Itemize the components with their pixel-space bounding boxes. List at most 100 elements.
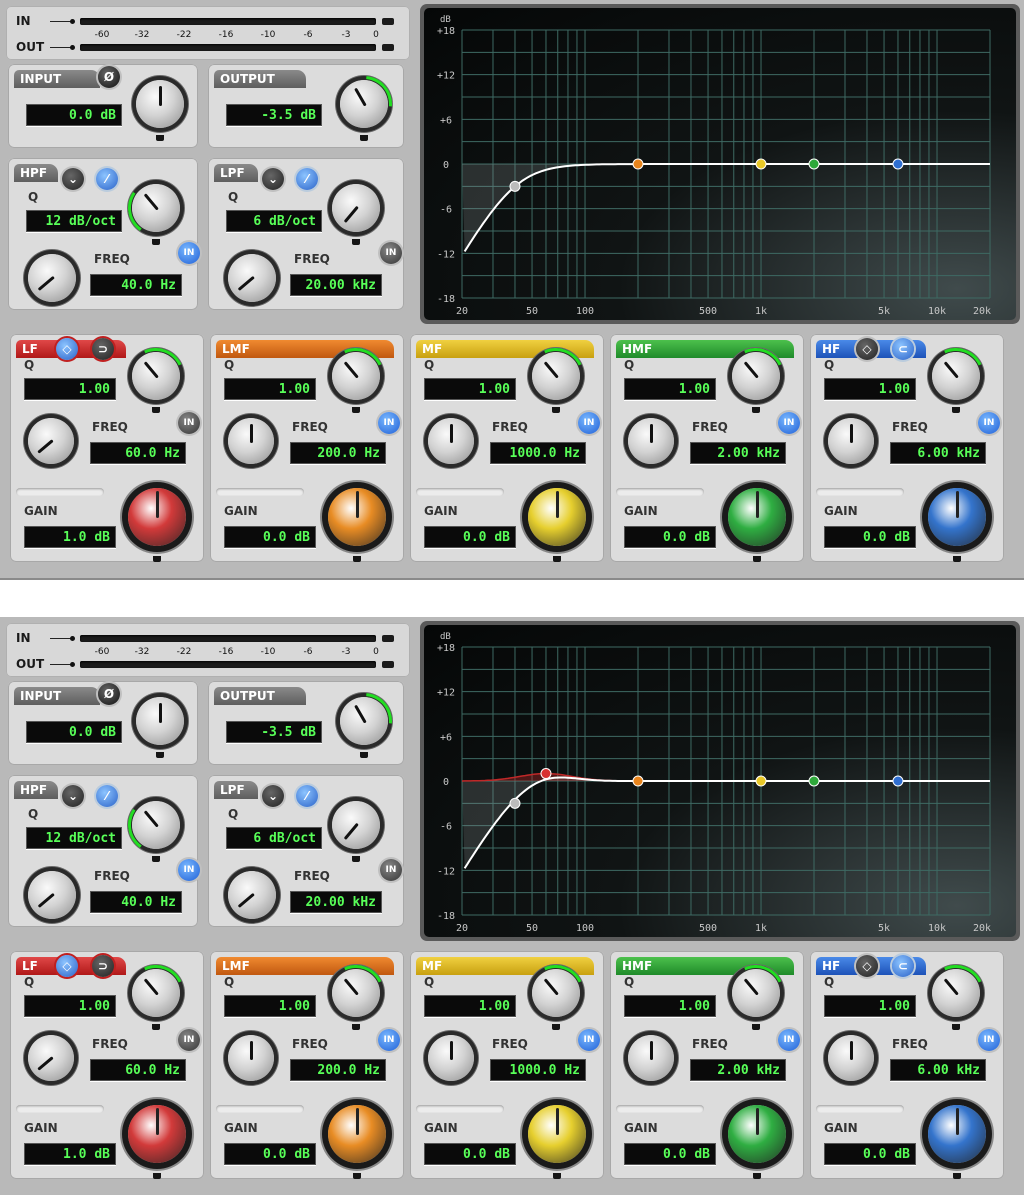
band-in-button[interactable]: IN <box>578 1029 600 1051</box>
band-freq-knob[interactable] <box>228 1035 274 1081</box>
hf-node[interactable] <box>892 775 904 787</box>
x-tick-label: 500 <box>699 306 717 317</box>
hf-node[interactable] <box>892 158 904 170</box>
meter-tick: -10 <box>260 647 276 657</box>
band-in-button[interactable]: IN <box>978 1029 1000 1051</box>
band-gain-knob[interactable] <box>328 1105 386 1163</box>
y-tick-label: -6 <box>440 822 452 833</box>
hpf-node[interactable] <box>509 180 521 192</box>
lf-node[interactable] <box>540 768 552 780</box>
band-groove <box>416 1105 504 1113</box>
output-knob-arc <box>324 64 404 144</box>
band-freq-knob[interactable] <box>628 418 674 464</box>
in-meter-dot <box>70 636 75 641</box>
lpf-in-button[interactable]: IN <box>380 242 402 264</box>
phase-invert-button[interactable]: Ø <box>98 683 120 705</box>
knob-cap <box>353 556 361 562</box>
lf-bell-button[interactable]: ◇ <box>56 338 78 360</box>
band-groove <box>16 1105 104 1113</box>
band-gain-knob[interactable] <box>328 488 386 546</box>
band-freq-knob[interactable] <box>828 1035 874 1081</box>
lpf-slope-knob[interactable] <box>332 801 380 849</box>
in-clip-indicator[interactable] <box>382 18 394 25</box>
out-clip-indicator[interactable] <box>382 44 394 51</box>
knob-cap <box>353 1173 361 1179</box>
band-freq-knob[interactable] <box>828 418 874 464</box>
band-in-button[interactable]: IN <box>378 412 400 434</box>
band-gain-knob[interactable] <box>728 488 786 546</box>
lf-bell-button[interactable]: ◇ <box>56 955 78 977</box>
knob-cap <box>352 1024 360 1030</box>
band-gain-knob[interactable] <box>128 488 186 546</box>
lmf-node[interactable] <box>632 158 644 170</box>
hpf-shape-button[interactable]: ⌄ <box>62 168 84 190</box>
hf-shelf-button[interactable]: ⊂ <box>892 338 914 360</box>
band-gain-knob[interactable] <box>528 1105 586 1163</box>
band-freq-label: FREQ <box>692 420 728 434</box>
lf-shelf-button[interactable]: ⊃ <box>92 955 114 977</box>
band-freq-knob[interactable] <box>28 418 74 464</box>
band-gain-knob[interactable] <box>928 1105 986 1163</box>
band-freq-knob[interactable] <box>228 418 274 464</box>
eq-response-graph[interactable]: +18 +12 +6 0 -6 -12 -18 dB 20 50 100 500 1k 5k 10k 20k <box>424 625 1016 937</box>
band-freq-knob[interactable] <box>428 1035 474 1081</box>
band-freq-knob[interactable] <box>628 1035 674 1081</box>
hmf-node[interactable] <box>808 158 820 170</box>
lpf-slope-button[interactable]: ⁄ <box>296 785 318 807</box>
band-freq-label: FREQ <box>692 1037 728 1051</box>
band-gain-knob[interactable] <box>728 1105 786 1163</box>
band-in-button[interactable]: IN <box>178 412 200 434</box>
hpf-shape-button[interactable]: ⌄ <box>62 785 84 807</box>
lpf-freq-knob[interactable] <box>228 871 276 919</box>
band-in-button[interactable]: IN <box>778 1029 800 1051</box>
hpf-freq-knob[interactable] <box>28 871 76 919</box>
hpf-node[interactable] <box>509 797 521 809</box>
lpf-slope-button[interactable]: ⁄ <box>296 168 318 190</box>
lmf-node[interactable] <box>632 775 644 787</box>
hf-bell-button[interactable]: ◇ <box>856 338 878 360</box>
lpf-freq-knob[interactable] <box>228 254 276 302</box>
band-freq-knob[interactable] <box>428 418 474 464</box>
hpf-in-button[interactable]: IN <box>178 242 200 264</box>
lf-shelf-button[interactable]: ⊃ <box>92 338 114 360</box>
band-gain-display: 1.0 dB <box>24 526 116 548</box>
level-meters: IN -60 -32 -22 -16 -10 -6 -3 0 OUT <box>6 6 410 60</box>
lpf-in-button[interactable]: IN <box>380 859 402 881</box>
hmf-node[interactable] <box>808 775 820 787</box>
hf-shelf-button[interactable]: ⊂ <box>892 955 914 977</box>
out-clip-indicator[interactable] <box>382 661 394 668</box>
band-in-button[interactable]: IN <box>978 412 1000 434</box>
lpf-shape-button[interactable]: ⌄ <box>262 168 284 190</box>
y-tick-label: +18 <box>437 26 455 37</box>
x-tick-label: 20k <box>973 923 991 934</box>
hpf-in-button[interactable]: IN <box>178 859 200 881</box>
band-in-button[interactable]: IN <box>378 1029 400 1051</box>
hpf-slope-display: 12 dB/oct <box>26 210 122 232</box>
y-tick-label: -6 <box>440 205 452 216</box>
band-in-button[interactable]: IN <box>578 412 600 434</box>
mf-node[interactable] <box>755 775 767 787</box>
band-gain-label: GAIN <box>824 504 858 518</box>
phase-invert-button[interactable]: Ø <box>98 66 120 88</box>
lpf-slope-knob[interactable] <box>332 184 380 232</box>
input-gain-knob[interactable] <box>136 697 184 745</box>
band-gain-knob[interactable] <box>528 488 586 546</box>
eq-response-graph[interactable]: +18 +12 +6 0 -6 -12 -18 dB 20 50 100 500 1k 5k 10k 20k <box>424 8 1016 320</box>
band-gain-knob[interactable] <box>128 1105 186 1163</box>
band-q-label: Q <box>24 975 35 989</box>
hpf-freq-knob[interactable] <box>28 254 76 302</box>
band-gain-knob[interactable] <box>928 488 986 546</box>
x-tick-label: 20k <box>973 306 991 317</box>
hpf-slope-button[interactable]: ⁄ <box>96 785 118 807</box>
input-section: INPUT Ø 0.0 dB <box>8 64 198 148</box>
input-gain-knob[interactable] <box>136 80 184 128</box>
hf-bell-button[interactable]: ◇ <box>856 955 878 977</box>
output-section: OUTPUT -3.5 dB <box>208 681 404 765</box>
hpf-slope-button[interactable]: ⁄ <box>96 168 118 190</box>
lpf-shape-button[interactable]: ⌄ <box>262 785 284 807</box>
band-freq-knob[interactable] <box>28 1035 74 1081</box>
mf-node[interactable] <box>755 158 767 170</box>
band-in-button[interactable]: IN <box>178 1029 200 1051</box>
band-in-button[interactable]: IN <box>778 412 800 434</box>
in-clip-indicator[interactable] <box>382 635 394 642</box>
